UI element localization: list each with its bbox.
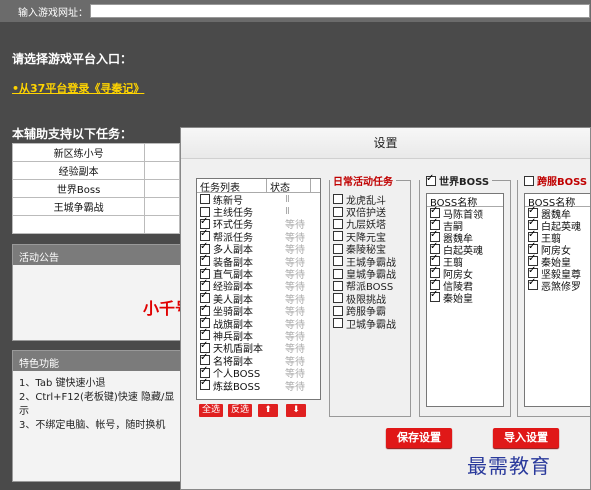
settings-dialog: 设置 任务列表 状态 练新号Ⅱ主线任务Ⅱ环式任务等待帮派任务等待多人副本等待装备…: [180, 127, 591, 490]
daily-checkbox[interactable]: [333, 194, 343, 205]
daily-checkbox[interactable]: [333, 280, 343, 291]
support-task: 世界Boss: [11, 179, 146, 198]
choose-platform-title: 请选择游戏平台入口：: [12, 52, 133, 66]
boss-checkbox[interactable]: [528, 277, 538, 290]
boss-row[interactable]: 马陈首领: [427, 205, 503, 221]
task-checkbox[interactable]: [200, 194, 210, 205]
boss-name: 恶煞修罗: [541, 281, 581, 293]
invert-select-button[interactable]: 反选: [228, 404, 252, 417]
feature-item: 1、Tab 键快速小退: [19, 378, 106, 389]
world-boss-list: BOSS名称 马陈首领吉嗣嚣魏牟白起英魂王翦阿房女信陵君秦始皇: [426, 193, 504, 407]
task-row[interactable]: 炼兹BOSS 等待: [197, 377, 320, 393]
table-row: 世界Boss: [11, 179, 180, 198]
daily-checkbox[interactable]: [333, 206, 343, 217]
import-settings-button[interactable]: 导入设置: [493, 428, 559, 448]
daily-checkbox[interactable]: [333, 268, 343, 279]
daily-checkbox[interactable]: [333, 256, 343, 267]
table-row: 经验副本: [11, 161, 180, 180]
task-status: Ⅱ: [285, 193, 290, 205]
task-list: 任务列表 状态 练新号Ⅱ主线任务Ⅱ环式任务等待帮派任务等待多人副本等待装备副本等…: [196, 178, 321, 400]
feature-item: 3、不绑定电脑、帐号，随时换机: [19, 420, 166, 431]
save-settings-button[interactable]: 保存设置: [386, 428, 452, 448]
support-task: 经验副本: [11, 161, 146, 180]
table-row: 王城争霸战: [11, 197, 180, 216]
daily-title: 日常活动任务: [330, 173, 396, 188]
move-up-button[interactable]: ⬆: [258, 404, 278, 417]
dialog-title: 设置: [181, 128, 590, 159]
cross-boss-title: 跨服BOSS: [518, 173, 590, 188]
task-checkbox[interactable]: [200, 377, 210, 391]
world-boss-checkbox[interactable]: [426, 173, 436, 186]
table-row: 新区练小号: [11, 143, 180, 162]
boss-row[interactable]: 白起英魂: [427, 241, 503, 257]
cross-boss-label: 跨服BOSS: [537, 177, 588, 188]
daily-checkbox[interactable]: [333, 218, 343, 229]
daily-checkbox[interactable]: [333, 231, 343, 242]
cross-boss-group: 跨服BOSS BOSS名称 嚣魏牟白起英魂王翦阿房女秦始皇坚毅皇尊恶煞修罗: [517, 173, 590, 417]
daily-checkbox[interactable]: [333, 293, 343, 304]
boss-name: 秦始皇: [443, 293, 473, 305]
daily-checkbox[interactable]: [333, 305, 343, 316]
feature-list: 1、Tab 键快速小退 2、Ctrl+F12(老板键)快速 隐藏/显示 3、不绑…: [13, 371, 181, 439]
feature-header: 特色功能: [13, 351, 181, 371]
feature-item: 2、Ctrl+F12(老板键)快速 隐藏/显示: [19, 392, 175, 417]
support-title: 本辅助支持以下任务：: [12, 127, 133, 141]
cross-boss-list: BOSS名称 嚣魏牟白起英魂王翦阿房女秦始皇坚毅皇尊恶煞修罗: [524, 193, 590, 407]
col-status: 状态: [267, 179, 311, 194]
world-boss-title: 世界BOSS: [420, 173, 493, 188]
boss-row[interactable]: 秦始皇: [427, 289, 503, 305]
world-boss-group: 世界BOSS BOSS名称 马陈首领吉嗣嚣魏牟白起英魂王翦阿房女信陵君秦始皇: [419, 173, 511, 417]
support-task: [11, 215, 146, 234]
url-label: 输入游戏网址：: [18, 8, 88, 19]
task-name: 炼兹BOSS: [213, 381, 261, 393]
cross-boss-checkbox[interactable]: [524, 175, 534, 186]
url-bar: 输入游戏网址：: [0, 0, 591, 22]
world-boss-label: 世界BOSS: [439, 177, 490, 188]
url-input[interactable]: [90, 4, 590, 18]
col-task-name: 任务列表: [197, 179, 267, 194]
select-all-button[interactable]: 全选: [199, 404, 223, 417]
table-row: [11, 215, 180, 234]
support-task-table: 新区练小号 经验副本 世界Boss 王城争霸战: [11, 143, 180, 234]
move-down-button[interactable]: ⬇: [286, 404, 306, 417]
watermark: 最需教育: [467, 454, 551, 478]
notice-header: 活动公告: [13, 245, 181, 265]
task-status: 等待: [285, 381, 305, 393]
notice-panel: 活动公告 小千号: [12, 244, 191, 341]
feature-panel: 特色功能 1、Tab 键快速小退 2、Ctrl+F12(老板键)快速 隐藏/显示…: [12, 350, 182, 482]
task-status: Ⅱ: [285, 206, 290, 218]
daily-label: 卫城争霸战: [346, 319, 396, 331]
daily-checkbox[interactable]: [333, 318, 343, 329]
support-task: 新区练小号: [11, 143, 146, 162]
daily-item[interactable]: 卫城争霸战: [330, 317, 410, 331]
daily-checkbox[interactable]: [333, 243, 343, 254]
support-task: 王城争霸战: [11, 197, 146, 216]
boss-checkbox[interactable]: [430, 289, 440, 302]
platform-link-37[interactable]: •从37平台登录《寻秦记》: [12, 80, 144, 96]
boss-row[interactable]: 恶煞修罗: [525, 277, 590, 293]
daily-activity-group: 日常活动任务 龙虎乱斗 双倍护送 九层妖塔 天降元宝 秦陵秘宝 王城争霸战 皇城争霸战 帮派B…: [329, 173, 411, 417]
